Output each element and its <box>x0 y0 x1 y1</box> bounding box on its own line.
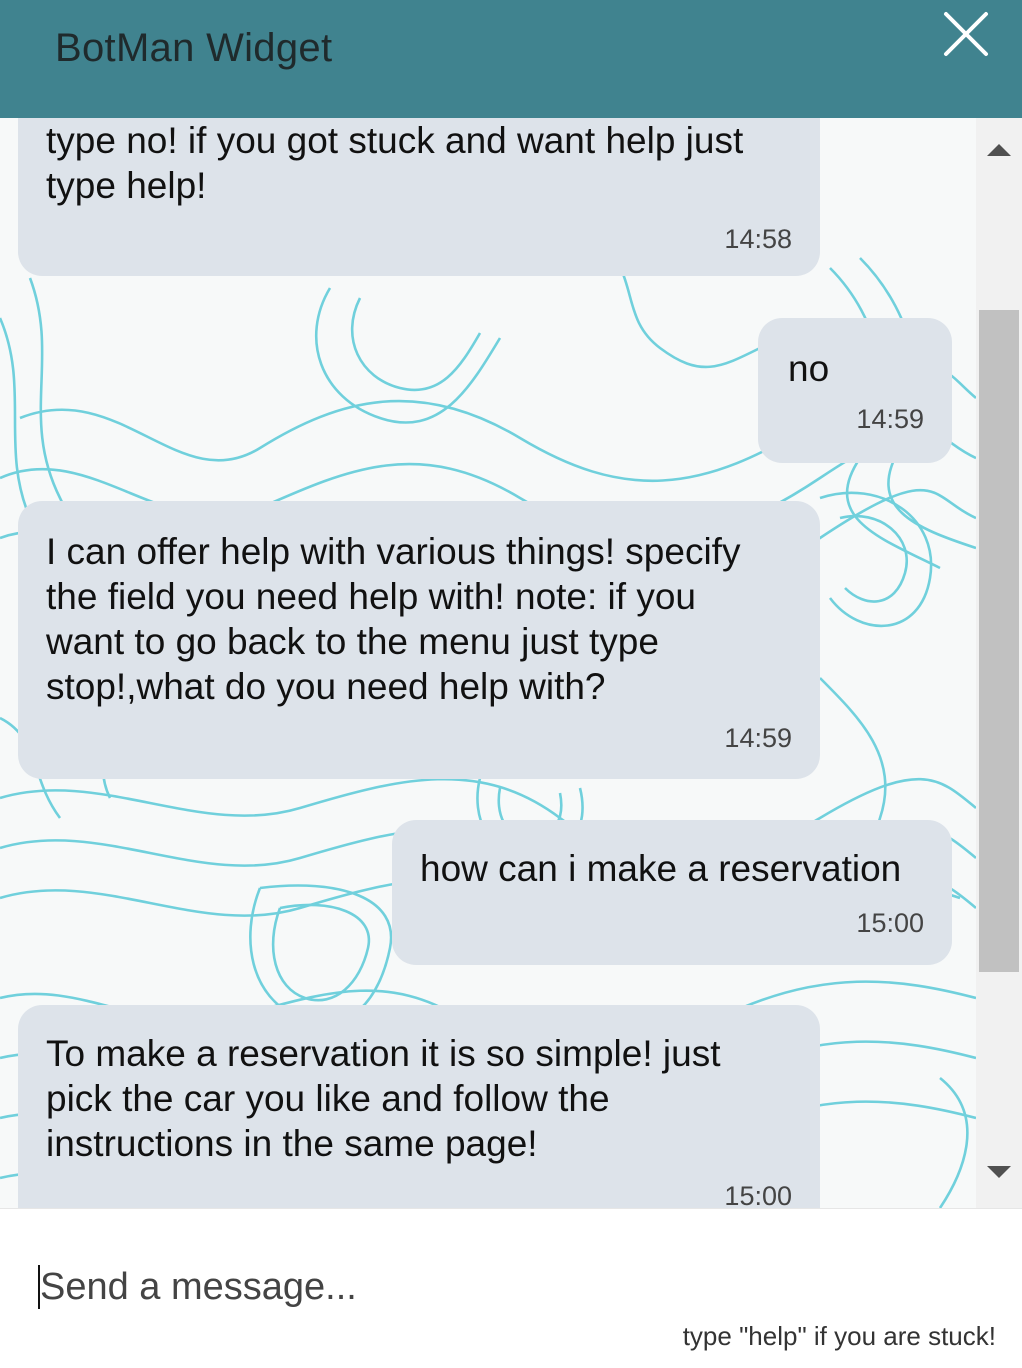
scroll-thumb[interactable] <box>979 310 1019 972</box>
message-timestamp: 14:58 <box>724 224 792 254</box>
message-line: pick the car you like and follow the <box>46 1078 610 1119</box>
triangle-down-icon <box>987 1166 1011 1178</box>
message-line: To make a reservation it is so simple! j… <box>46 1033 721 1074</box>
message-line: I can offer help with various things! sp… <box>46 531 741 572</box>
message-line: stop!,what do you need help with? <box>46 666 606 707</box>
user-message: no 14:59 <box>758 318 952 463</box>
close-icon <box>944 12 988 56</box>
message-timestamp: 14:59 <box>724 723 792 753</box>
close-button[interactable] <box>938 6 994 62</box>
scroll-down-button[interactable] <box>976 1158 1022 1188</box>
message-list[interactable]: type no! if you got stuck and want help … <box>0 118 976 1208</box>
message-input[interactable] <box>38 1259 980 1315</box>
message-line: type help! <box>46 165 207 206</box>
message-line: instructions in the same page! <box>46 1123 538 1164</box>
widget-title: BotMan Widget <box>55 26 333 70</box>
message-timestamp: 15:00 <box>724 1181 792 1208</box>
message-line: the field you need help with! note: if y… <box>46 576 696 617</box>
bot-message: I can offer help with various things! sp… <box>18 501 820 779</box>
help-hint: type "help" if you are stuck! <box>682 1321 996 1351</box>
message-line: how can i make a reservation <box>420 848 902 889</box>
bot-message: type no! if you got stuck and want help … <box>18 118 820 276</box>
message-composer: type "help" if you are stuck! <box>0 1209 1022 1368</box>
triangle-up-icon <box>987 144 1011 156</box>
user-message: how can i make a reservation 15:00 <box>392 820 952 965</box>
message-line: want to go back to the menu just type <box>46 621 659 662</box>
chat-scrollbar[interactable] <box>976 118 1022 1208</box>
message-timestamp: 14:59 <box>856 404 924 434</box>
scroll-up-button[interactable] <box>976 134 1022 164</box>
chat-header: BotMan Widget <box>0 0 1022 118</box>
bot-message: To make a reservation it is so simple! j… <box>18 1005 820 1208</box>
message-line: no <box>788 348 830 389</box>
text-caret <box>38 1265 40 1309</box>
message-line: type no! if you got stuck and want help … <box>46 120 744 161</box>
message-timestamp: 15:00 <box>856 908 924 938</box>
